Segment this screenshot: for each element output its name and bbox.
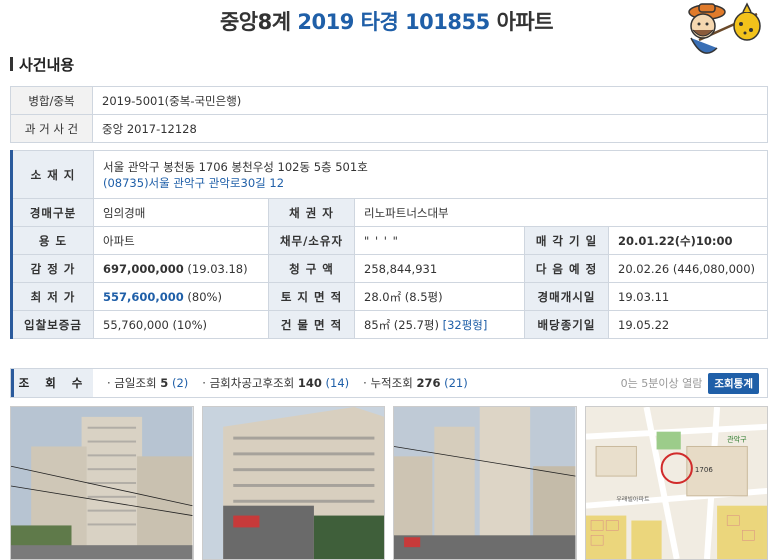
past-case-label: 과 거 사 건 [10, 114, 93, 143]
location-map-thumbnail[interactable]: 1706 관악구 우래빌아파트 [584, 406, 768, 560]
view-count-label: 조 회 수 [11, 369, 93, 397]
min-price-cell: 557,600,000 (80%) [93, 282, 269, 311]
min-price-label: 최 저 가 [10, 282, 94, 311]
claim-value: 258,844,931 [354, 254, 525, 283]
appraisal-cell: 697,000,000 (19.03.18) [93, 254, 269, 283]
appraisal-amount: 697,000,000 [103, 261, 184, 276]
photo-thumbnail-2[interactable] [201, 406, 385, 560]
map-label-dong: 1706 [694, 466, 712, 474]
photo-gallery: 1706 관악구 우래빌아파트 [10, 406, 768, 560]
view-stats-button[interactable]: 조회통계 [708, 372, 759, 394]
section-title-text: 사건내용 [19, 56, 75, 74]
table-row: 최 저 가 557,600,000 (80%) 토 지 면 적 28.0㎡ (8… [10, 282, 768, 311]
table-row: 과 거 사 건 중앙 2017-12128 [10, 114, 768, 143]
next-sale-label: 다 음 예 정 [524, 254, 609, 283]
after-notice-views: · 금회차공고후조회 140 (14) [202, 375, 349, 391]
traveler-mascot-icon [669, 0, 765, 72]
auction-type-label: 경매구분 [10, 198, 94, 227]
location-cell: 서울 관악구 봉천동 1706 봉천우성 102동 5층 501호 (08735… [93, 150, 768, 199]
creditor-value: 리노파트너스대부 [354, 198, 768, 227]
min-price-rate: (80%) [187, 289, 222, 304]
building-area-label: 건 물 면 적 [268, 310, 355, 339]
view-note: 0는 5분이상 열람 [620, 377, 703, 390]
location-address: 서울 관악구 봉천동 1706 봉천우성 102동 5층 501호 [103, 159, 368, 174]
table-row: 소 재 지 서울 관악구 봉천동 1706 봉천우성 102동 5층 501호 … [10, 150, 768, 199]
location-label: 소 재 지 [10, 150, 94, 199]
map-label-station: 우래빌아파트 [616, 495, 650, 503]
map-label-district: 관악구 [727, 435, 747, 444]
after-notice-label: · 금회차공고후조회 [202, 376, 295, 390]
land-area-value: 28.0㎡ (8.5평) [354, 282, 525, 311]
total-views-unique: (21) [444, 376, 468, 390]
sale-date-value: 20.01.22(수)10:00 [608, 226, 768, 255]
creditor-label: 채 권 자 [268, 198, 355, 227]
location-road-address[interactable]: (08735)서울 관악구 관악로30길 12 [103, 175, 758, 191]
view-count-bar: 조 회 수 · 금일조회 5 (2) · 금회차공고후조회 140 (14) ·… [10, 368, 768, 398]
building-area-cell: 85㎡ (25.7평) [32평형] [354, 310, 525, 339]
merged-value: 2019-5001(중복-국민은행) [92, 86, 768, 115]
table-row: 입찰보증금 55,760,000 (10%) 건 물 면 적 85㎡ (25.7… [10, 310, 768, 339]
total-views: · 누적조회 276 (21) [363, 375, 468, 391]
after-notice-count: 140 [297, 376, 322, 390]
sale-date-label: 매 각 기 일 [524, 226, 609, 255]
today-views-count: 5 [160, 376, 169, 390]
today-views: · 금일조회 5 (2) [107, 375, 188, 391]
section-title: 사건내용 [10, 54, 74, 75]
table-row: 경매구분 임의경매 채 권 자 리노파트너스대부 [10, 198, 768, 227]
claim-label: 청 구 액 [268, 254, 355, 283]
next-sale-value: 20.02.26 (446,080,000) [608, 254, 768, 283]
auction-start-label: 경매개시일 [524, 282, 609, 311]
dividend-deadline-label: 배당종기일 [524, 310, 609, 339]
today-views-label: · 금일조회 [107, 376, 157, 390]
total-views-count: 276 [416, 376, 441, 390]
deposit-label: 입찰보증금 [10, 310, 94, 339]
photo-thumbnail-1[interactable] [10, 406, 194, 560]
after-notice-unique: (14) [325, 376, 350, 390]
use-label: 용 도 [10, 226, 94, 255]
court-name: 중앙8계 [219, 10, 291, 34]
table-row: 병합/중복 2019-5001(중복-국민은행) [10, 86, 768, 115]
debtor-value: " ' ' " [354, 226, 525, 255]
case-detail-table: 소 재 지 서울 관악구 봉천동 1706 봉천우성 102동 5층 501호 … [10, 150, 768, 339]
dividend-deadline-value: 19.05.22 [608, 310, 768, 339]
deposit-value: 55,760,000 (10%) [93, 310, 269, 339]
debtor-label: 채무/소유자 [268, 226, 355, 255]
min-price-amount: 557,600,000 [103, 289, 184, 304]
property-kind: 아파트 [496, 10, 554, 34]
pyeong-type-link[interactable]: [32평형] [443, 318, 488, 332]
section-bar [10, 57, 13, 71]
photo-thumbnail-3[interactable] [393, 406, 577, 560]
auction-type-value: 임의경매 [93, 198, 269, 227]
building-area-value: 85㎡ (25.7평) [364, 317, 439, 332]
land-area-label: 토 지 면 적 [268, 282, 355, 311]
merged-label: 병합/중복 [10, 86, 93, 115]
table-row: 용 도 아파트 채무/소유자 " ' ' " 매 각 기 일 20.01.22(… [10, 226, 768, 255]
total-views-label: · 누적조회 [363, 376, 413, 390]
case-summary-table: 병합/중복 2019-5001(중복-국민은행) 과 거 사 건 중앙 2017… [10, 86, 768, 143]
today-views-unique: (2) [171, 376, 189, 390]
past-case-value: 중앙 2017-12128 [92, 114, 768, 143]
appraisal-date: (19.03.18) [187, 261, 248, 276]
use-value: 아파트 [93, 226, 269, 255]
auction-start-value: 19.03.11 [608, 282, 768, 311]
case-number: 2019 타경 101855 [297, 10, 490, 34]
page-title: 중앙8계 2019 타경 101855 아파트 [0, 6, 773, 36]
appraisal-label: 감 정 가 [10, 254, 94, 283]
table-row: 감 정 가 697,000,000 (19.03.18) 청 구 액 258,8… [10, 254, 768, 283]
